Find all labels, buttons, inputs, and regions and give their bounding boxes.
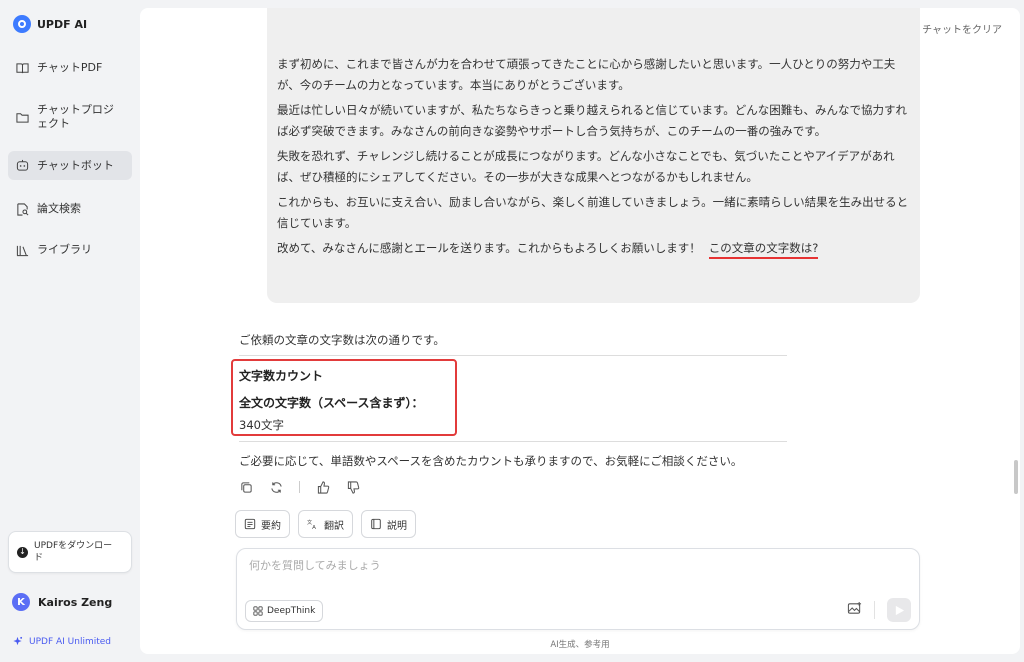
app-title: UPDF AI — [37, 17, 88, 31]
message-paragraph: まず初めに、これまで皆さんが力を合わせて頑張ってきたことに心から感謝したいと思い… — [277, 57, 896, 92]
translate-icon: 文A — [307, 518, 316, 530]
deepthink-icon — [253, 606, 263, 616]
summary-icon — [244, 518, 256, 530]
send-button[interactable] — [887, 598, 911, 622]
copy-icon[interactable] — [239, 480, 253, 494]
divider — [239, 441, 787, 442]
user-name: Kairos Zeng — [38, 595, 113, 609]
sidebar-item-label: ライブラリ — [37, 243, 92, 256]
user-question: この文章の文字数は? — [708, 241, 819, 259]
brand[interactable]: UPDF AI — [13, 15, 87, 33]
image-upload-icon[interactable] — [847, 601, 863, 617]
sidebar-item-label: 論文検索 — [37, 202, 81, 215]
thumbs-up-icon[interactable] — [316, 480, 330, 494]
chat-input[interactable] — [249, 559, 809, 572]
bot-icon — [16, 159, 29, 171]
answer-outro: ご必要に応じて、単語数やスペースを含めたカウントも承りますので、お気軽にご相談く… — [239, 454, 743, 468]
explain-label: 説明 — [387, 520, 407, 532]
message-paragraph: 失敗を恐れず、チャレンジし続けることが成長につながります。どんな小さなことでも、… — [277, 149, 895, 184]
sidebar-item-label: チャットボット — [37, 158, 114, 172]
clear-chat-button[interactable]: チャットをクリア — [922, 21, 1002, 36]
message-paragraph: 最近は忙しい日々が続いていますが、私たちならきっと乗り越えられると信じています。… — [277, 103, 907, 138]
character-count-value: 340文字 — [239, 418, 284, 432]
svg-text:A: A — [312, 525, 316, 530]
download-label: UPDFをダウンロード — [34, 541, 113, 563]
action-separator — [299, 481, 300, 493]
book-icon — [16, 62, 29, 73]
download-updf-button[interactable]: ↓ UPDFをダウンロード — [8, 531, 132, 573]
translate-button[interactable]: 文A 翻訳 — [298, 510, 353, 538]
paper-search-icon — [17, 202, 29, 216]
user-message-bubble: まず初めに、これまで皆さんが力を合わせて頑張ってきたことに心から感謝したいと思い… — [267, 8, 920, 303]
divider — [239, 355, 787, 356]
deepthink-toggle[interactable]: DeepThink — [245, 600, 324, 622]
chat-panel: チャットをクリア まず初めに、これまで皆さんが力を合わせて頑張ってきたことに心か… — [140, 8, 1020, 654]
sparkle-icon — [13, 636, 23, 646]
folder-icon — [16, 112, 29, 123]
answer-heading: 文字数カウント — [239, 369, 324, 383]
sidebar-item-chat-pdf[interactable]: チャットPDF — [8, 58, 132, 78]
regenerate-icon[interactable] — [269, 480, 283, 494]
deepthink-label: DeepThink — [267, 606, 316, 616]
message-actions — [239, 480, 360, 494]
ai-disclaimer: AI生成、参考用 — [550, 640, 610, 650]
summarize-button[interactable]: 要約 — [235, 510, 290, 538]
sidebar: UPDF AI チャットPDF チャットプロジェクト チャットボット 論文検索 … — [0, 0, 140, 662]
sidebar-item-library[interactable]: ライブラリ — [8, 240, 132, 260]
sidebar-item-label: チャットプロジェクト — [37, 103, 114, 130]
updf-logo-icon — [13, 15, 31, 33]
summarize-label: 要約 — [261, 520, 281, 532]
download-icon: ↓ — [17, 546, 28, 558]
unlimited-link[interactable]: UPDF AI Unlimited — [12, 636, 111, 647]
explain-button[interactable]: 説明 — [361, 510, 416, 538]
send-icon — [895, 605, 904, 615]
message-composer: DeepThink — [236, 548, 920, 630]
message-closing: 改めて、みなさんに感謝とエールを送ります。これからもよろしくお願いします！ — [277, 241, 701, 255]
message-paragraph: これからも、お互いに支え合い、励まし合いながら、楽しく前進していきましょう。一緒… — [277, 195, 909, 230]
explain-icon — [371, 518, 381, 530]
sidebar-item-chat-project[interactable]: チャットプロジェクト — [8, 102, 132, 132]
translate-label: 翻訳 — [324, 520, 344, 532]
thumbs-down-icon[interactable] — [346, 480, 360, 494]
sidebar-item-label: チャットPDF — [37, 61, 103, 74]
quick-actions: 要約 文A 翻訳 説明 — [235, 510, 416, 538]
user-profile[interactable]: K Kairos Zeng — [12, 593, 112, 611]
sidebar-item-paper-search[interactable]: 論文検索 — [8, 199, 132, 219]
message-last-line: 改めて、みなさんに感謝とエールを送ります。これからもよろしくお願いします！ この文… — [277, 238, 910, 259]
sidebar-item-chatbot[interactable]: チャットボット — [8, 151, 132, 180]
library-icon — [16, 245, 29, 256]
scrollbar-thumb[interactable] — [1014, 460, 1018, 494]
avatar: K — [12, 593, 30, 611]
answer-subheading: 全文の文字数（スペース含まず）： — [239, 396, 424, 410]
answer-intro: ご依頼の文章の文字数は次の通りです。 — [239, 333, 445, 347]
composer-divider — [874, 601, 875, 619]
unlimited-label: UPDF AI Unlimited — [29, 636, 111, 647]
